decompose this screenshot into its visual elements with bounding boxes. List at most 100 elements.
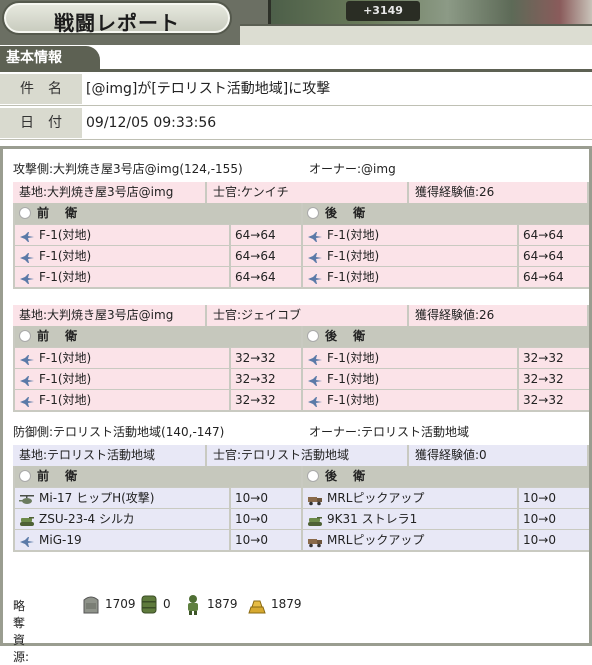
circle-icon [307,207,319,219]
jet-icon [307,271,323,284]
unit-name-cell: F-1(対地) [303,369,517,389]
front-line-column: 前 衛 F-1(対地) 64→64 F-1(対地) 64→64 F-1(対地) 64→64 [15,203,301,287]
rear-line-label: 後 衛 [325,329,372,343]
loot-label: 略奪資源: [13,599,30,664]
unit-row: F-1(対地) 64→64 [15,245,301,266]
subject-label: 件名 [0,74,82,104]
unit-count: 10→0 [517,530,589,550]
page-title-badge: 戦闘レポート [2,1,232,35]
jet-icon [307,229,323,242]
base-name: 基地:テロリスト活動地域 [13,445,207,466]
unit-count: 64→64 [229,246,301,266]
unit-name: F-1(対地) [327,351,380,365]
money-counter: +3149 [346,1,420,21]
unit-name-cell: F-1(対地) [15,225,229,245]
circle-icon [19,470,31,482]
date-value: 09/12/05 09:33:56 [86,115,217,131]
experience-gained: 獲得経験値:0 [409,445,589,466]
truck-icon [307,534,323,548]
jet-icon [307,394,323,407]
unit-row: MiG-19 10→0 [15,529,301,550]
unit-name-cell: ZSU-23-4 シルカ [15,509,229,529]
unit-name: F-1(対地) [39,351,92,365]
jet-icon [19,534,35,547]
unit-count: 32→32 [517,369,589,389]
unit-name-cell: MiG-19 [15,530,229,550]
gold-bars-icon [247,593,267,615]
header-tab-edge [240,24,592,45]
unit-count: 10→0 [229,530,301,550]
attacker-side-label: 攻撃側:大判焼き屋3号店@img(124,-155) [13,162,243,176]
front-line-label: 前 衛 [37,329,84,343]
rear-line-header: 後 衛 [303,326,589,347]
oil-barrel-icon [139,593,159,615]
jet-icon [19,250,35,263]
unit-name: F-1(対地) [327,270,380,284]
date-label: 日付 [0,108,82,138]
officer-name: 士官:ケンイチ [207,182,409,203]
unit-name-cell: F-1(対地) [15,369,229,389]
unit-count: 64→64 [517,267,589,287]
unit-row: F-1(対地) 64→64 [303,266,589,287]
unit-row: F-1(対地) 32→32 [15,347,301,368]
attacker-owner-label: オーナー:@img [309,162,396,176]
unit-count: 32→32 [517,390,589,410]
unit-name: MRLピックアップ [327,533,425,547]
info-row-date: 日付 09/12/05 09:33:56 [0,106,592,140]
rear-line-header: 後 衛 [303,203,589,224]
circle-icon [19,330,31,342]
unit-name-cell: F-1(対地) [303,390,517,410]
unit-count: 32→32 [229,390,301,410]
unit-count: 32→32 [229,369,301,389]
rear-line-column: 後 衛 MRLピックアップ 10→0 9K31 ストレラ1 10→0 MRLピックアップ 1… [303,466,589,550]
jet-icon [307,250,323,263]
section-title: 基本情報 [0,46,100,70]
unit-count: 64→64 [229,225,301,245]
front-line-label: 前 衛 [37,206,84,220]
subject-value: [@img]が[テロリスト活動地域]に攻撃 [86,81,331,97]
unit-row: F-1(対地) 64→64 [303,245,589,266]
tank-icon [307,513,323,526]
loot-value: 0 [163,597,171,611]
base-name: 基地:大判焼き屋3号店@img [13,182,207,203]
unit-name: Mi-17 ヒップH(攻撃) [39,491,155,505]
helicopter-icon [19,492,35,504]
unit-row: F-1(対地) 64→64 [15,224,301,245]
unit-name-cell: F-1(対地) [303,225,517,245]
unit-name-cell: F-1(対地) [15,390,229,410]
rear-line-label: 後 衛 [325,206,372,220]
unit-name: F-1(対地) [327,249,380,263]
info-row-subject: 件名 [@img]が[テロリスト活動地域]に攻撃 [0,72,592,106]
rear-line-column: 後 衛 F-1(対地) 32→32 F-1(対地) 32→32 F-1(対地) 32→32 [303,326,589,410]
unit-count: 64→64 [229,267,301,287]
base-block: 基地:大判焼き屋3号店@img 士官:ジェイコブ 獲得経験値:26 前 衛 F-1(対地… [13,305,589,412]
unit-row: Mi-17 ヒップH(攻撃) 10→0 [15,487,301,508]
circle-icon [19,207,31,219]
base-block: 基地:大判焼き屋3号店@img 士官:ケンイチ 獲得経験値:26 前 衛 F-1(対地)… [13,182,589,289]
unit-name: F-1(対地) [39,393,92,407]
base-info-row: 基地:テロリスト活動地域 士官:テロリスト活動地域 獲得経験値:0 [13,445,589,466]
unit-count: 10→0 [229,488,301,508]
base-info-row: 基地:大判焼き屋3号店@img 士官:ケンイチ 獲得経験値:26 [13,182,589,203]
jet-icon [19,229,35,242]
experience-gained: 獲得経験値:26 [409,305,589,326]
unit-count: 10→0 [229,509,301,529]
unit-count: 10→0 [517,509,589,529]
officer-name: 士官:ジェイコブ [207,305,409,326]
unit-name: 9K31 ストレラ1 [327,512,418,526]
front-line-label: 前 衛 [37,469,84,483]
unit-name-cell: MRLピックアップ [303,530,517,550]
unit-row: F-1(対地) 32→32 [303,347,589,368]
header-banner-image [268,0,592,24]
front-line-header: 前 衛 [15,326,301,347]
base-info-row: 基地:大判焼き屋3号店@img 士官:ジェイコブ 獲得経験値:26 [13,305,589,326]
unit-name: F-1(対地) [39,228,92,242]
loot-value: 1879 [271,597,302,611]
unit-name-cell: F-1(対地) [15,348,229,368]
loot-value: 1879 [207,597,238,611]
base-block: 基地:テロリスト活動地域 士官:テロリスト活動地域 獲得経験値:0 前 衛 Mi-17 … [13,445,589,552]
unit-row: F-1(対地) 32→32 [303,368,589,389]
front-line-header: 前 衛 [15,203,301,224]
unit-name: F-1(対地) [39,270,92,284]
base-name: 基地:大判焼き屋3号店@img [13,305,207,326]
